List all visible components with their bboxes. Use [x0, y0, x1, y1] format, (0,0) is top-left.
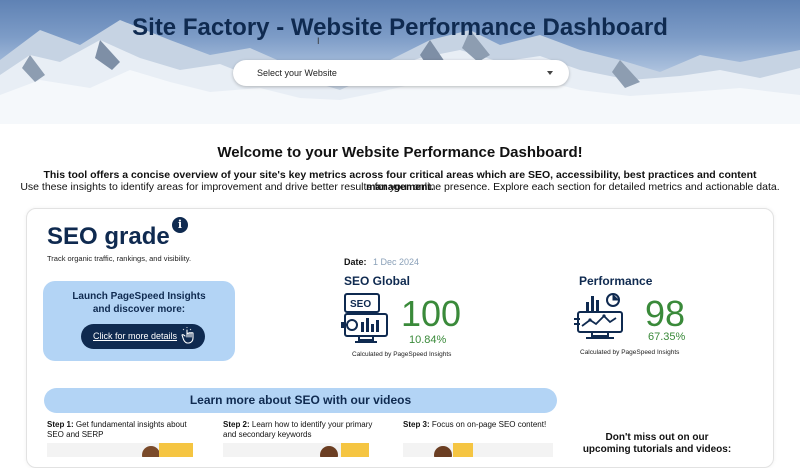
- seo-subtitle: Track organic traffic, rankings, and vis…: [47, 254, 192, 263]
- website-select[interactable]: Select your Website: [233, 60, 569, 86]
- seo-icon-label: SEO: [350, 299, 371, 310]
- upcoming-heading: Don't miss out on our upcoming tutorials…: [582, 432, 732, 455]
- seo-global-title: SEO Global: [344, 274, 411, 288]
- more-details-label[interactable]: Click for more details: [93, 331, 177, 341]
- launch-line-1: Launch PageSpeed Insights: [72, 291, 206, 302]
- seo-grade-title: SEO grade: [47, 223, 170, 250]
- video-step-1: Step 1: Get fundamental insights about S…: [47, 420, 197, 440]
- performance-title: Performance: [579, 274, 653, 288]
- info-icon[interactable]: i: [172, 217, 188, 233]
- seo-monitor-icon: SEO: [341, 293, 388, 343]
- seo-global-score: 100: [401, 293, 462, 334]
- performance-percent: 67.35%: [648, 331, 686, 343]
- seo-global-caption: Calculated by PageSpeed Insights: [352, 351, 452, 358]
- hero-banner: Site Factory - Website Performance Dashb…: [0, 0, 800, 124]
- step-2-label: Step 2:: [223, 420, 250, 429]
- website-select-placeholder: Select your Website: [257, 68, 337, 78]
- date-value: 1 Dec 2024: [373, 257, 420, 267]
- page-title: Site Factory - Website Performance Dashb…: [132, 14, 668, 41]
- video-thumbnail-1[interactable]: [47, 443, 193, 457]
- step-3-text: Focus on on-page SEO content!: [429, 420, 547, 429]
- intro-text: Use these insights to identify areas for…: [20, 181, 780, 193]
- video-thumbnail-3[interactable]: [403, 443, 553, 457]
- performance-monitor-icon: [574, 293, 623, 339]
- performance-score: 98: [645, 293, 686, 334]
- more-details-button[interactable]: Click for more details: [81, 324, 205, 349]
- pagespeed-launch-box: Launch PageSpeed Insights and discover m…: [43, 281, 235, 361]
- chevron-down-icon[interactable]: [547, 71, 553, 75]
- seo-global-percent: 10.84%: [409, 334, 447, 346]
- videos-banner: Learn more about SEO with our videos: [44, 388, 557, 413]
- date-label: Date:: [344, 257, 367, 267]
- step-3-label: Step 3:: [403, 420, 430, 429]
- video-thumbnail-2[interactable]: [223, 443, 369, 457]
- launch-line-2: and discover more:: [92, 304, 186, 315]
- video-step-2: Step 2: Learn how to identify your prima…: [223, 420, 373, 440]
- performance-caption: Calculated by PageSpeed Insights: [580, 349, 680, 356]
- video-step-3: Step 3: Focus on on-page SEO content!: [403, 420, 553, 430]
- step-1-label: Step 1:: [47, 420, 74, 429]
- pointer-hand-icon: [181, 327, 194, 344]
- text-cursor-icon: I: [317, 36, 320, 46]
- welcome-heading: Welcome to your Website Performance Dash…: [217, 144, 583, 161]
